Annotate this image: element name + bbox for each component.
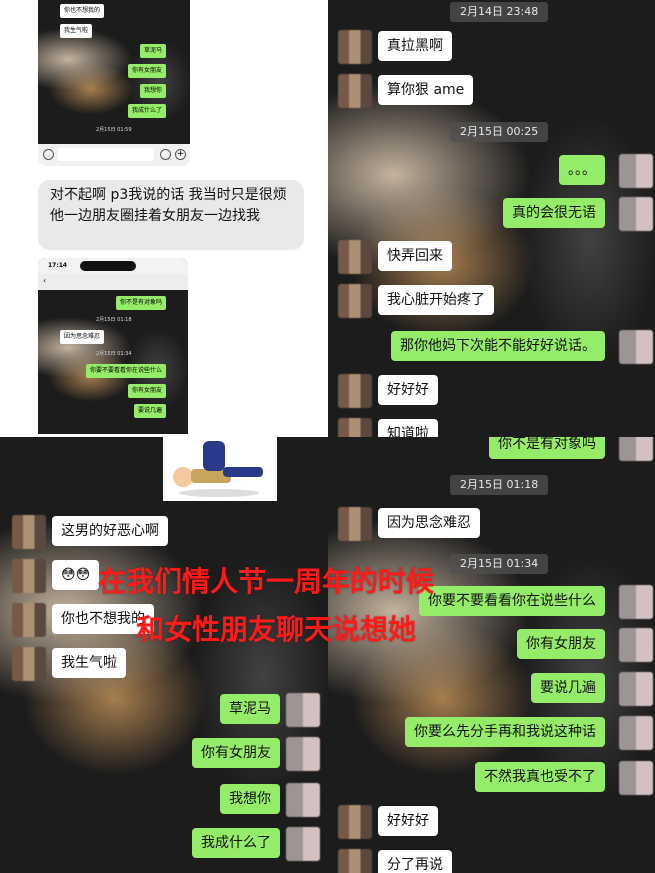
my-avatar — [619, 330, 653, 364]
chat-message: 我想你 — [139, 84, 166, 98]
chat-message: 你有女朋友 — [192, 738, 280, 768]
chat-message: 你不是有对象吗 — [489, 437, 605, 459]
timestamp: 2月15日 01:18 — [96, 317, 132, 323]
overlay-caption-line2: 和女性朋友聊天说想她 — [136, 613, 417, 646]
contact-avatar — [12, 603, 46, 637]
chat-message: 知道啦 — [378, 419, 438, 437]
chat-message: 要说几遍 — [133, 404, 166, 418]
chat-message: 😳😳 — [52, 560, 100, 590]
chat-message: 我生气啦 — [60, 24, 93, 38]
comment-bubble: 对不起啊 p3我说的话 我当时只是很烦他一边朋友圈挂着女朋友一边找我 — [38, 180, 304, 250]
topright-chat-screenshot: 2月14日 23:48 真拉黑啊 算你狠 ame 2月15日 00:25 。。。… — [328, 0, 655, 437]
chat-message: 你有女朋友 — [127, 384, 166, 398]
contact-avatar — [338, 507, 372, 541]
chat-message: 你要么先分手再和我说这种话 — [405, 717, 605, 747]
contact-avatar — [338, 418, 372, 437]
timestamp: 2月15日 01:18 — [450, 475, 549, 495]
my-avatar — [619, 761, 653, 795]
chat-message: 好好好 — [378, 806, 438, 836]
contact-avatar — [338, 849, 372, 873]
my-avatar — [619, 585, 653, 619]
chat-header: ‹ — [38, 274, 188, 290]
status-time: 17:14 — [48, 262, 68, 269]
dynamic-island — [80, 261, 136, 271]
chat-message: 草泥马 — [220, 694, 280, 724]
timestamp: 2月15日 00:25 — [450, 122, 549, 142]
chat-message: 你有女朋友 — [127, 64, 166, 78]
my-avatar — [619, 197, 653, 231]
chat-message: 算你狠 ame — [378, 75, 474, 105]
emoji-icon[interactable] — [160, 149, 171, 160]
sticker-drawing — [173, 441, 263, 497]
sticker-image — [163, 437, 277, 501]
my-avatar — [619, 716, 653, 750]
chat-message: 你要不要看看你在说些什么 — [419, 586, 605, 616]
chat-message: 我生气啦 — [52, 648, 126, 678]
bottomright-chat-screenshot: 你不是有对象吗 2月15日 01:18 因为思念难忍 2月15日 01:34 你… — [328, 437, 655, 873]
contact-avatar — [338, 240, 372, 274]
chat-message: 要说几遍 — [531, 673, 605, 703]
chat-message: 我心脏开始疼了 — [378, 285, 494, 315]
chat-message: 草泥马 — [139, 44, 166, 58]
my-avatar — [619, 437, 653, 461]
my-avatar — [619, 672, 653, 706]
chat-message: 真拉黑啊 — [378, 31, 452, 61]
chat-message: 快弄回来 — [378, 241, 452, 271]
chat-input-bar: + — [38, 144, 190, 166]
my-avatar — [286, 827, 320, 861]
timestamp: 2月14日 23:48 — [450, 2, 549, 22]
chat-message: 你有女朋友 — [517, 629, 605, 659]
chat-message: 真的会很无语 — [503, 198, 605, 228]
contact-avatar — [12, 559, 46, 593]
voice-icon[interactable] — [43, 149, 54, 160]
chat-message: 那你他妈下次能不能好好说话。 — [391, 331, 605, 361]
chat-message: 因为思念难忍 — [60, 330, 105, 344]
chat-message: 我成什么了 — [127, 104, 166, 118]
timestamp: 2月15日 01:34 — [450, 554, 549, 574]
my-avatar — [286, 693, 320, 727]
chat-message: 你也不想我的 — [60, 4, 105, 18]
chat-message: 好好好 — [378, 375, 438, 405]
chat-message: 这男的好恶心啊 — [52, 516, 168, 546]
comment-text: 对不起啊 p3我说的话 我当时只是很烦他一边朋友圈挂着女朋友一边找我 — [50, 187, 287, 224]
contact-avatar — [12, 515, 46, 549]
bottomleft-chat-screenshot: 这男的好恶心啊 😳😳 你也不想我的 我生气啦 草泥马 你有女朋友 我想你 我成什… — [0, 437, 328, 873]
timestamp: 2月15日 01:59 — [96, 127, 132, 133]
mini-phone-screenshot: 17:14 ‹ 你不是有对象吗 2月15日 01:18 因为思念难忍 2月15日… — [38, 258, 188, 434]
plus-icon[interactable]: + — [175, 149, 186, 160]
topleft-chat-screenshot: 你也不想我的 我生气啦 草泥马 你有女朋友 我想你 我成什么了 2月15日 01… — [38, 0, 190, 148]
status-bar: 17:14 — [38, 258, 188, 274]
contact-avatar — [338, 805, 372, 839]
contact-avatar — [12, 647, 46, 681]
contact-avatar — [338, 74, 372, 108]
timestamp: 2月15日 01:34 — [96, 351, 132, 357]
my-avatar — [286, 783, 320, 817]
contact-avatar — [338, 30, 372, 64]
my-avatar — [619, 154, 653, 188]
chat-message: 你要不要看看你在说些什么 — [85, 364, 166, 378]
my-avatar — [286, 737, 320, 771]
overlay-caption-line1: 在我们情人节一周年的时候 — [98, 565, 435, 598]
chat-message: 不然我真也受不了 — [475, 762, 605, 792]
chat-message: 。。。 — [559, 155, 605, 185]
chat-message: 我想你 — [220, 784, 280, 814]
text-input[interactable] — [58, 148, 154, 161]
chat-message: 因为思念难忍 — [378, 508, 480, 538]
contact-avatar — [338, 374, 372, 408]
chat-message: 我成什么了 — [192, 828, 280, 858]
my-avatar — [619, 628, 653, 662]
contact-avatar — [338, 284, 372, 318]
chat-message: 你不是有对象吗 — [115, 296, 166, 310]
chat-message: 分了再说 — [378, 850, 452, 873]
